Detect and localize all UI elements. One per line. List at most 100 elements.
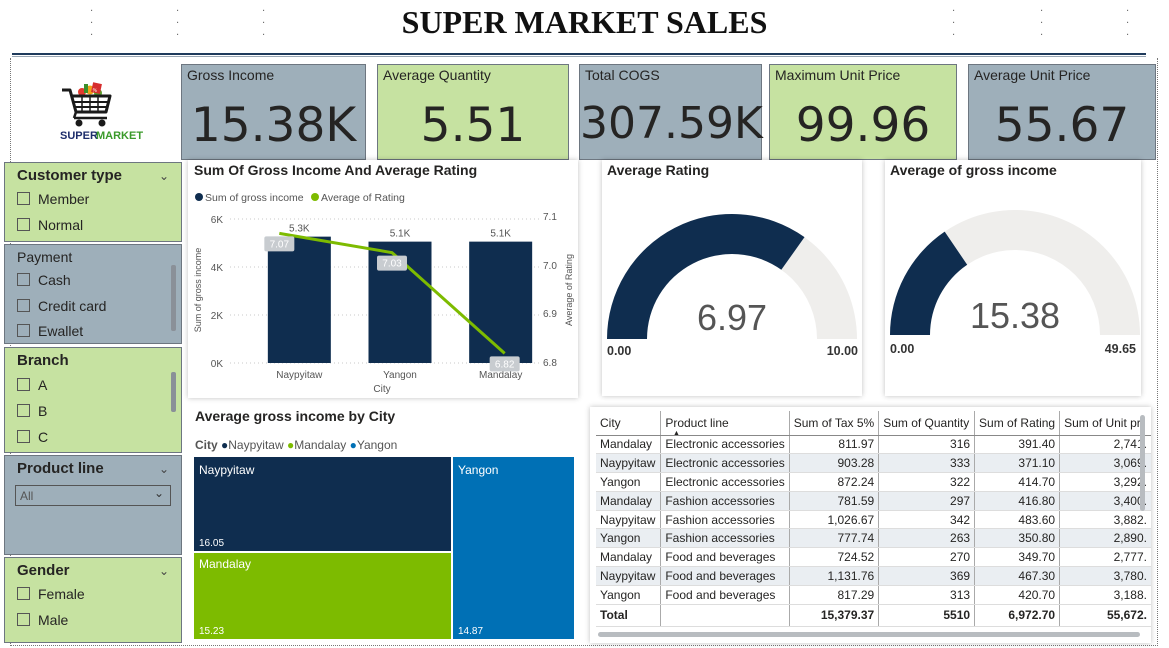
table-cell: Mandalay	[596, 491, 662, 511]
slicer-payment[interactable]: Payment Cash Credit card Ewallet	[4, 244, 182, 344]
combo-chart-panel[interactable]: Sum Of Gross Income And Average Rating S…	[188, 160, 578, 398]
table-row[interactable]: Naypyitaw Fashion accessories 1,026.67 342 4…	[596, 510, 1151, 530]
column-header-tax[interactable]: Sum of Tax 5%	[789, 411, 880, 436]
gauge-average-rating-panel[interactable]: Average Rating 6.97 0.00 10.00	[602, 160, 862, 396]
checkbox[interactable]	[17, 324, 30, 337]
slicer-option-member[interactable]: Member	[17, 191, 89, 207]
column-header-quantity[interactable]: Sum of Quantity	[878, 411, 976, 436]
kpi-value: 5.51	[420, 98, 526, 153]
kpi-label: Gross Income	[187, 67, 275, 83]
slicer-option-male[interactable]: Male	[17, 612, 68, 628]
kpi-card-average-unit-price[interactable]: Average Unit Price 55.67	[968, 64, 1156, 160]
treemap-tile-naypyitaw[interactable]: Naypyitaw 16.05	[194, 457, 451, 551]
checkbox[interactable]	[17, 273, 30, 286]
dropdown-selected-value: All	[20, 489, 34, 503]
legend-item: Sum of gross income	[205, 192, 304, 204]
guide-dots: · · ·	[176, 6, 180, 41]
bar-mandalay[interactable]	[469, 241, 533, 363]
slicer-option-cash[interactable]: Cash	[17, 272, 71, 288]
slicer-option-ewallet[interactable]: Ewallet	[17, 323, 83, 339]
table-cell: 817.29	[789, 585, 880, 605]
gauge-max: 49.65	[1105, 342, 1136, 356]
y2-tick-label: 6.8	[543, 358, 557, 369]
table-row[interactable]: Yangon Food and beverages 817.29 313 420.70 3…	[596, 585, 1151, 605]
bar-data-label: 5.1K	[390, 229, 411, 240]
gauge-value: 15.38	[970, 295, 1060, 336]
y2-tick-label: 7.1	[543, 212, 557, 223]
gauge-average-rating: 6.97 0.00 10.00	[607, 213, 858, 358]
slicer-gender[interactable]: Gender ⌄ Female Male	[4, 557, 182, 643]
table-row[interactable]: Mandalay Fashion accessories 781.59 297 416.…	[596, 491, 1151, 511]
option-label: Ewallet	[38, 323, 84, 339]
column-header-city[interactable]: City	[596, 411, 662, 436]
table-cell: 3,292.	[1059, 472, 1151, 492]
slicer-option-normal[interactable]: Normal	[17, 217, 83, 233]
tile-label: Mandalay	[199, 557, 252, 571]
gauge-average-gross-income-panel[interactable]: Average of gross income 15.38 0.00 49.65	[885, 160, 1141, 396]
table-cell: Fashion accessories	[660, 528, 790, 549]
slicer-option-a[interactable]: A	[17, 377, 47, 393]
checkbox[interactable]	[17, 218, 30, 231]
column-header-product-line[interactable]: Product line ▲	[660, 411, 790, 437]
checkbox[interactable]	[17, 430, 30, 443]
total-cell: Total	[596, 603, 662, 627]
treemap-tile-yangon[interactable]: Yangon 14.87	[453, 457, 574, 639]
checkbox[interactable]	[17, 404, 30, 417]
slicer-option-credit-card[interactable]: Credit card	[17, 298, 106, 314]
kpi-card-total-cogs[interactable]: Total COGS 307.59K	[579, 64, 763, 160]
table-cell: 414.70	[974, 472, 1061, 492]
kpi-label: Average Unit Price	[974, 67, 1091, 83]
slicer-product-line[interactable]: Product line ⌄ All ⌄	[4, 455, 182, 555]
kpi-card-gross-income[interactable]: Gross Income 15.38K	[181, 64, 366, 160]
kpi-card-maximum-unit-price[interactable]: Maximum Unit Price 99.96	[769, 64, 957, 160]
table-row[interactable]: Mandalay Electronic accessories 811.97 316 3…	[596, 435, 1151, 455]
table-cell: 777.74	[789, 528, 880, 549]
chevron-down-icon[interactable]: ⌄	[159, 169, 169, 183]
table-row[interactable]: Yangon Fashion accessories 777.74 263 350.80…	[596, 528, 1151, 549]
treemap-tile-mandalay[interactable]: Mandalay 15.23	[194, 553, 451, 639]
chevron-down-icon[interactable]: ⌄	[159, 462, 169, 476]
chevron-down-icon[interactable]: ⌄	[159, 564, 169, 578]
slicer-branch[interactable]: Branch A B C	[4, 347, 182, 453]
slicer-title: Branch	[17, 352, 69, 369]
horizontal-scrollbar[interactable]	[598, 632, 1140, 637]
sales-table-panel[interactable]: City Product line ▲ Sum of Tax 5% Sum of …	[590, 407, 1151, 643]
option-label: A	[38, 377, 48, 393]
checkbox[interactable]	[17, 299, 30, 312]
table-row[interactable]: Naypyitaw Electronic accessories 903.28 333…	[596, 453, 1151, 474]
slicer-scrollbar[interactable]	[171, 372, 176, 412]
table-cell: Mandalay	[596, 435, 662, 455]
slicer-customer-type[interactable]: Customer type ⌄ Member Normal	[4, 162, 182, 242]
treemap-panel[interactable]: Average gross income by City City ●Naypy…	[188, 405, 580, 643]
guide-dots: · · ·	[1126, 6, 1130, 41]
legend-swatch-gross-income	[195, 193, 203, 201]
checkbox[interactable]	[17, 613, 30, 626]
bar-naypyitaw[interactable]	[267, 236, 331, 363]
table-row[interactable]: Yangon Electronic accessories 872.24 322 414…	[596, 472, 1151, 492]
checkbox[interactable]	[17, 587, 30, 600]
table-cell: Mandalay	[596, 547, 662, 568]
table-cell: 297	[878, 491, 976, 511]
slicer-option-female[interactable]: Female	[17, 586, 85, 602]
table-row[interactable]: Mandalay Food and beverages 724.52 270 349.7…	[596, 547, 1151, 568]
kpi-card-average-quantity[interactable]: Average Quantity 5.51	[377, 64, 569, 160]
option-label: Credit card	[38, 298, 107, 314]
column-header-unit-price[interactable]: Sum of Unit pri	[1059, 411, 1151, 436]
kpi-value: 15.38K	[190, 98, 357, 153]
checkbox[interactable]	[17, 378, 30, 391]
table-cell: 3,780.	[1059, 566, 1151, 586]
product-line-dropdown[interactable]: All ⌄	[15, 485, 171, 506]
table-cell: 349.70	[974, 547, 1061, 568]
table-cell: 1,131.76	[789, 566, 880, 586]
column-header-rating[interactable]: Sum of Rating	[974, 411, 1061, 436]
checkbox[interactable]	[17, 192, 30, 205]
vertical-scrollbar[interactable]	[1140, 415, 1145, 511]
table-row[interactable]: Naypyitaw Food and beverages 1,131.76 369 46…	[596, 566, 1151, 586]
sort-ascending-icon: ▲	[673, 430, 680, 437]
legend-swatch-rating	[311, 193, 319, 201]
slicer-scrollbar[interactable]	[171, 265, 176, 331]
slicer-option-b[interactable]: B	[17, 403, 47, 419]
table-cell: 3,882.	[1059, 510, 1151, 530]
kpi-value: 99.96	[795, 98, 931, 153]
slicer-option-c[interactable]: C	[17, 429, 48, 445]
